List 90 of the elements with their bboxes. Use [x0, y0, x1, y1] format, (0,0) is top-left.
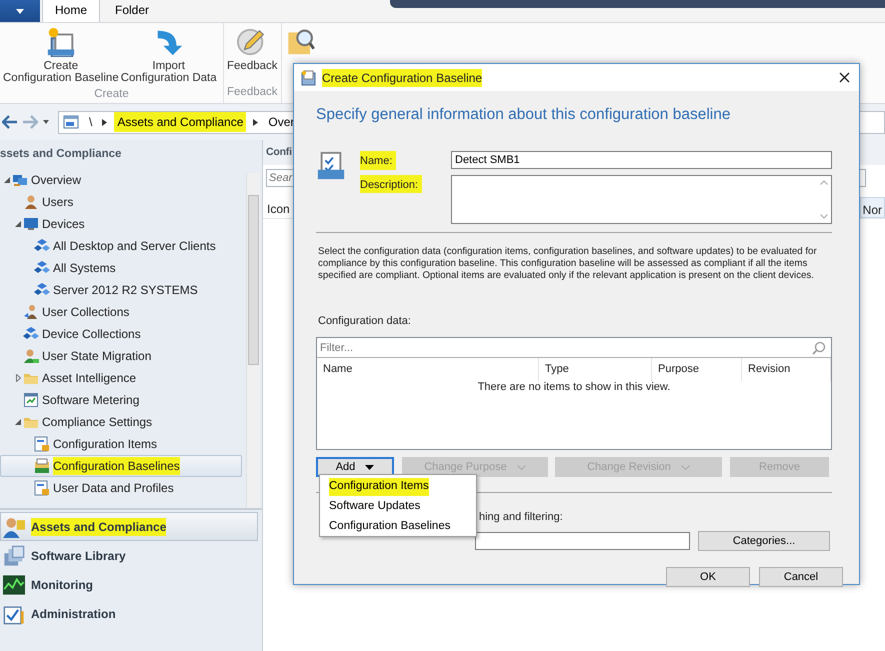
filter-field[interactable]: Filter...: [317, 340, 812, 356]
tree-item[interactable]: All Systems: [0, 257, 242, 279]
cubes-icon: [34, 238, 50, 254]
instructions-text: Select the configuration data (configuration items, configuration baselines, and software updates) to be evaluated for compliance by this configuration baseline. This configuration baseline will be assessed as compliant if all the items specified are compliant. Optional items are evaluated only if the relevant application is present on the client devices.: [317, 246, 818, 282]
group-label: Create: [93, 87, 130, 102]
tree-item[interactable]: Devices: [0, 213, 242, 235]
empty-message: There are no items to show in this view.: [476, 380, 672, 396]
scroll-down-icon[interactable]: [820, 214, 828, 219]
search-icon: [812, 340, 826, 355]
baseline-icon: [316, 151, 346, 182]
scroll-up-icon[interactable]: [820, 180, 828, 185]
user-icon: [23, 348, 39, 364]
breadcrumb-item[interactable]: Over: [265, 112, 298, 132]
expanded-arrow-icon[interactable]: [4, 177, 10, 183]
tree-item[interactable]: User Data and Profiles: [0, 477, 242, 499]
scrollbar-thumb[interactable]: [248, 195, 259, 365]
pane-title: ssets and Compliance: [0, 147, 122, 162]
cubes-icon: [34, 260, 50, 276]
column-header[interactable]: Purpose: [652, 358, 742, 381]
magnifier-icon: [286, 27, 316, 56]
tray-icon: [34, 458, 50, 474]
ribbon-button[interactable]: Create Configuration Baseline: [2, 25, 120, 86]
tree-item[interactable]: Asset Intelligence: [0, 367, 242, 389]
column-header[interactable]: Name: [317, 358, 539, 381]
console-icon: [63, 114, 79, 130]
menu-item[interactable]: Software Updates: [320, 497, 476, 517]
tree-item[interactable]: Software Metering: [0, 389, 242, 411]
cubes-icon: [23, 326, 39, 342]
tree-item[interactable]: Compliance Settings: [0, 411, 242, 433]
person-icon: [23, 304, 39, 320]
workspace-button[interactable]: Administration: [0, 599, 258, 628]
column-header[interactable]: Icon: [263, 197, 294, 218]
stack-icon: [3, 544, 25, 566]
ribbon-tab[interactable]: Folder: [102, 0, 162, 22]
column-header[interactable]: Type: [539, 358, 652, 381]
group-label: Feedback: [226, 84, 279, 100]
monitor-icon: [23, 216, 39, 232]
ribbon-button[interactable]: Import Configuration Data: [120, 25, 218, 86]
workspace-button[interactable]: Software Library: [0, 541, 258, 570]
menu-item[interactable]: Configuration Baselines: [320, 517, 476, 537]
scrollbar[interactable]: [246, 173, 260, 508]
column-header[interactable]: Nor: [860, 197, 885, 218]
dialog-heading: Specify general information about this configuration baseline: [316, 105, 732, 125]
dropdown-icon[interactable]: [42, 120, 50, 124]
dialog-title: Create Configuration Baseline: [322, 68, 482, 86]
tree-item[interactable]: Users: [0, 191, 242, 213]
expanded-arrow-icon[interactable]: [15, 419, 21, 425]
cubes-icon: [34, 282, 50, 298]
categories-button[interactable]: Categories...: [698, 530, 830, 551]
user-icon: [23, 194, 39, 210]
stack-icon: [46, 27, 76, 57]
tree-item[interactable]: Server 2012 R2 SYSTEMS: [0, 279, 242, 301]
categories-field[interactable]: [475, 532, 690, 550]
tree-item[interactable]: All Desktop and Server Clients: [0, 235, 242, 257]
document-icon: [34, 480, 50, 496]
caret-icon: [16, 8, 24, 14]
column-header[interactable]: Revision: [742, 358, 831, 381]
people-icon: [3, 516, 25, 538]
tree-item[interactable]: Configuration Items: [0, 433, 242, 455]
ribbon-tab[interactable]: Home: [42, 0, 100, 22]
document-icon: [34, 436, 50, 452]
expanded-arrow-icon[interactable]: [15, 221, 21, 227]
dialog-app-icon: [301, 70, 317, 86]
close-icon: [838, 72, 850, 83]
collapsed-arrow-icon[interactable]: [16, 374, 20, 382]
field-label: hing and filtering:: [479, 510, 564, 526]
breadcrumb-root[interactable]: \: [86, 112, 96, 132]
app-menu-button[interactable]: [0, 0, 40, 22]
ribbon-button[interactable]: Feedback: [226, 25, 279, 84]
workspace-button[interactable]: Assets and Compliance: [0, 512, 258, 541]
section-label: Configuration data:: [317, 314, 412, 329]
chevron-icon: [253, 118, 258, 126]
tree-item[interactable]: Overview: [0, 169, 242, 191]
tree-item[interactable]: User Collections: [0, 301, 242, 323]
computers-icon: [12, 172, 28, 188]
tree-item[interactable]: User State Migration: [0, 345, 242, 367]
tree-item[interactable]: Configuration Baselines: [0, 455, 242, 477]
field-label: Name:: [360, 151, 396, 170]
field-label: Description:: [360, 174, 422, 194]
chart-icon: [3, 574, 25, 596]
description-field[interactable]: [451, 174, 832, 224]
breadcrumb-item[interactable]: Assets and Compliance: [114, 112, 246, 132]
dialog-button[interactable]: Cancel: [759, 566, 843, 587]
dialog-button[interactable]: OK: [666, 566, 750, 587]
name-field[interactable]: Detect SMB1: [451, 151, 832, 170]
back-icon[interactable]: [2, 115, 18, 129]
workspace-button[interactable]: Monitoring: [0, 570, 258, 599]
tree-item[interactable]: Device Collections: [0, 323, 242, 345]
window-icon: [23, 392, 39, 408]
chevron-icon: [102, 118, 108, 126]
